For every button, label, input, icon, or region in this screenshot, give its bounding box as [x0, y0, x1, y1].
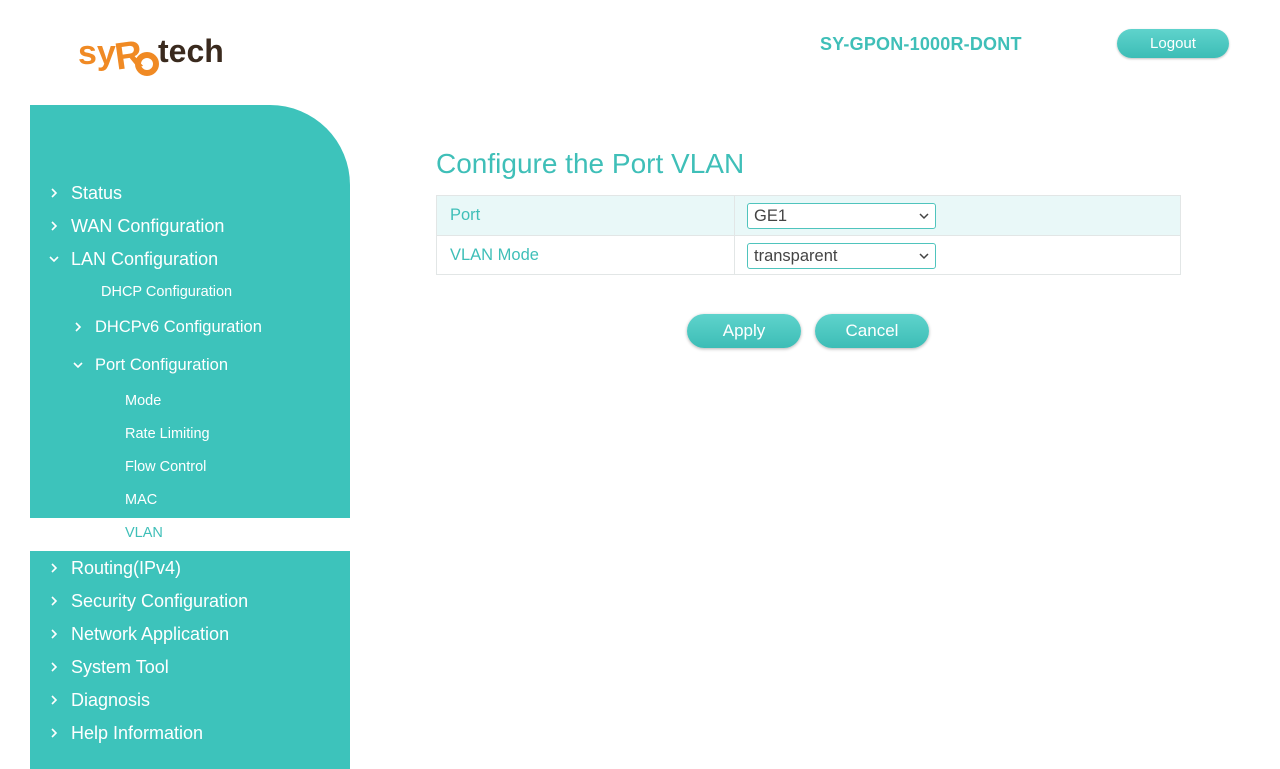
cancel-button[interactable]: Cancel	[815, 314, 929, 348]
sidebar-item-label: LAN Configuration	[71, 248, 219, 269]
sidebar-item-label: Diagnosis	[71, 689, 151, 710]
table-row: Port GE1	[437, 196, 1180, 235]
sidebar-item-label: DHCPv6 Configuration	[95, 317, 262, 336]
sidebar-item-label: Help Information	[71, 722, 204, 743]
table-row: VLAN Mode transparent	[437, 235, 1180, 275]
vlan-mode-select-value: transparent	[754, 247, 838, 265]
sidebar-item-security-configuration[interactable]: Security Configuration	[30, 586, 248, 616]
sidebar-item-label: Routing(IPv4)	[71, 557, 182, 578]
sidebar-item-label: MAC	[125, 492, 158, 508]
sidebar-item-flow-control[interactable]: Flow Control	[30, 452, 206, 482]
sidebar-item-label: Flow Control	[125, 459, 207, 475]
chevron-right-icon	[47, 186, 61, 200]
vlan-mode-label: VLAN Mode	[450, 246, 539, 264]
port-select-value: GE1	[754, 207, 788, 225]
sidebar-item-routing-ipv4[interactable]: Routing(IPv4)	[30, 553, 181, 583]
sidebar-item-dhcp-configuration[interactable]: DHCP Configuration	[30, 277, 232, 307]
chevron-right-icon	[47, 693, 61, 707]
port-select[interactable]: GE1	[747, 203, 936, 229]
sidebar-item-label: Mode	[125, 393, 162, 409]
sidebar-nav: Status WAN Configuration LAN Configurati…	[30, 105, 350, 769]
chevron-right-icon	[47, 561, 61, 575]
sidebar-item-label: Rate Limiting	[125, 426, 210, 442]
sidebar-item-diagnosis[interactable]: Diagnosis	[30, 685, 150, 715]
chevron-right-icon	[47, 726, 61, 740]
sidebar-item-port-configuration[interactable]: Port Configuration	[30, 350, 228, 380]
chevron-right-icon	[71, 320, 85, 334]
sidebar-item-label: Status	[71, 182, 123, 203]
svg-text:tech: tech	[158, 33, 224, 69]
sidebar-item-label: Security Configuration	[71, 590, 249, 611]
chevron-right-icon	[47, 594, 61, 608]
port-vlan-config-table: Port GE1 VLAN Mode transparent	[436, 195, 1181, 275]
sidebar-item-label: DHCP Configuration	[101, 284, 233, 300]
vlan-mode-select[interactable]: transparent	[747, 243, 936, 269]
chevron-right-icon	[47, 627, 61, 641]
sidebar-item-label: Port Configuration	[95, 355, 228, 374]
sidebar-item-label: Network Application	[71, 623, 230, 644]
sidebar-item-dhcpv6-configuration[interactable]: DHCPv6 Configuration	[30, 312, 262, 342]
sidebar-item-network-application[interactable]: Network Application	[30, 619, 229, 649]
chevron-down-icon	[71, 358, 85, 372]
chevron-down-icon	[918, 210, 930, 222]
sidebar-item-label: WAN Configuration	[71, 215, 225, 236]
sidebar-item-vlan[interactable]: VLAN	[30, 518, 163, 548]
chevron-right-icon	[47, 660, 61, 674]
logout-button[interactable]: Logout	[1117, 29, 1229, 58]
sidebar-item-status[interactable]: Status	[30, 178, 122, 208]
apply-button[interactable]: Apply	[687, 314, 801, 348]
page-title: Configure the Port VLAN	[436, 148, 745, 179]
chevron-right-icon	[47, 219, 61, 233]
sidebar-item-help-information[interactable]: Help Information	[30, 718, 203, 748]
svg-text:sy: sy	[78, 34, 116, 72]
sidebar-item-mac[interactable]: MAC	[30, 485, 157, 515]
sidebar-item-rate-limiting[interactable]: Rate Limiting	[30, 419, 210, 449]
sidebar-item-label: VLAN	[125, 525, 163, 541]
chevron-down-icon	[47, 252, 61, 266]
sidebar-item-system-tool[interactable]: System Tool	[30, 652, 169, 682]
sidebar-item-wan-configuration[interactable]: WAN Configuration	[30, 211, 224, 241]
sidebar-item-mode[interactable]: Mode	[30, 386, 161, 416]
syrotech-logo: sy R tech	[78, 26, 248, 82]
chevron-down-icon	[918, 250, 930, 262]
sidebar-item-label: System Tool	[71, 656, 169, 677]
sidebar-item-lan-configuration[interactable]: LAN Configuration	[30, 244, 218, 274]
device-model-name: SY-GPON-1000R-DONT	[820, 34, 1022, 54]
port-label: Port	[450, 206, 481, 224]
